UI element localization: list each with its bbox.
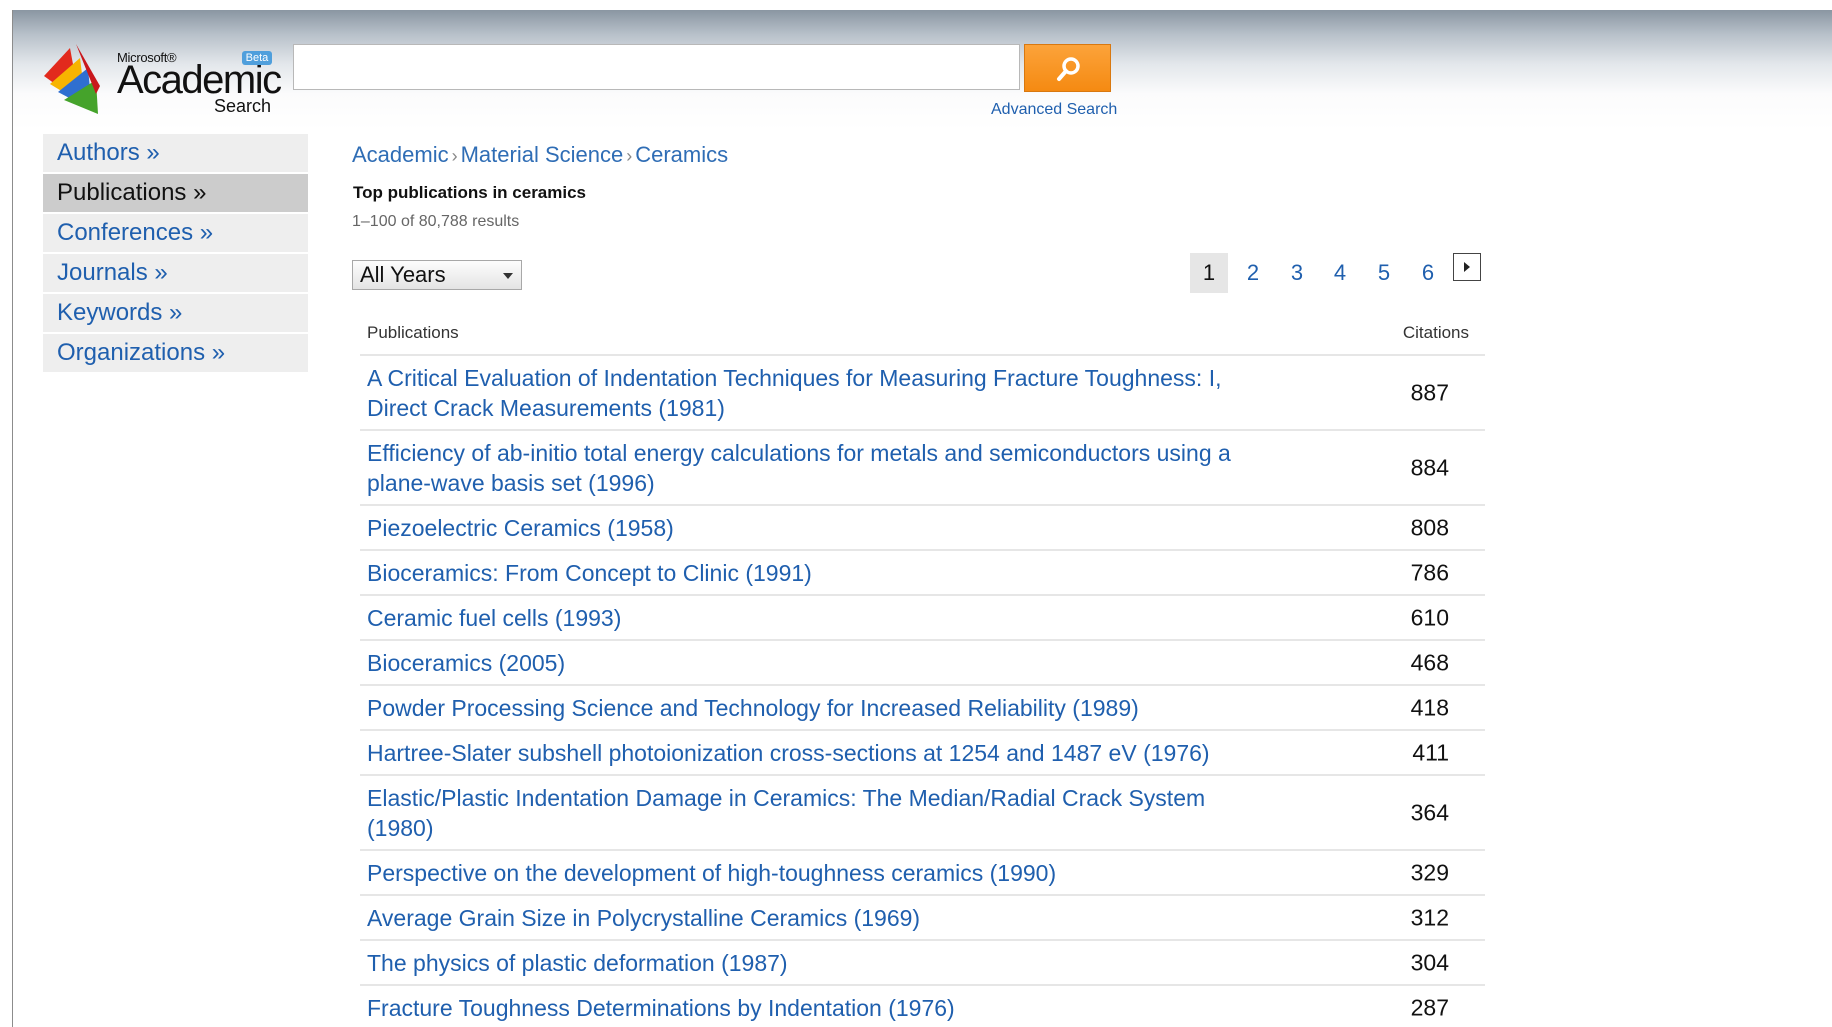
breadcrumb-material-science[interactable]: Material Science — [461, 142, 624, 167]
page-link-4[interactable]: 4 — [1321, 253, 1359, 293]
publication-title-link[interactable]: The physics of plastic deformation (1987… — [360, 948, 1267, 978]
citation-count: 786 — [1410, 559, 1449, 585]
publication-title-link[interactable]: Perspective on the development of high-t… — [360, 858, 1267, 888]
publication-title-link[interactable]: Fracture Toughness Determinations by Ind… — [360, 993, 1267, 1023]
window-left-edge — [0, 10, 13, 1027]
publication-title-link[interactable]: Ceramic fuel cells (1993) — [360, 603, 1267, 633]
citation-count: 287 — [1410, 994, 1449, 1020]
beta-badge: Beta — [242, 51, 272, 65]
column-header-publications: Publications — [367, 323, 459, 342]
chevron-down-icon — [503, 273, 513, 279]
citation-count: 304 — [1410, 949, 1449, 975]
year-filter-value: All Years — [360, 262, 446, 287]
page-link-3[interactable]: 3 — [1278, 253, 1316, 293]
publication-title-link[interactable]: Elastic/Plastic Indentation Damage in Ce… — [360, 783, 1267, 843]
sidebar-item-journals[interactable]: Journals » — [43, 254, 308, 292]
column-header-citations: Citations — [1402, 323, 1469, 342]
publication-title-link[interactable]: Efficiency of ab-initio total energy cal… — [360, 438, 1267, 498]
top-strip — [0, 0, 1832, 10]
publication-title-link[interactable]: Piezoelectric Ceramics (1958) — [360, 513, 1267, 543]
table-row: Elastic/Plastic Indentation Damage in Ce… — [360, 776, 1485, 851]
page-link-5[interactable]: 5 — [1365, 253, 1403, 293]
table-row: Bioceramics (2005) 468 — [360, 641, 1485, 686]
citation-count: 468 — [1410, 649, 1449, 675]
table-header: Publications Citations — [360, 318, 1485, 356]
citation-count: 418 — [1410, 694, 1449, 720]
citation-count: 884 — [1410, 454, 1449, 480]
citation-count: 610 — [1410, 604, 1449, 630]
table-row: Efficiency of ab-initio total energy cal… — [360, 431, 1485, 506]
page-title: Top publications in ceramics — [353, 183, 587, 202]
table-row: Perspective on the development of high-t… — [360, 851, 1485, 896]
table-row: Fracture Toughness Determinations by Ind… — [360, 986, 1485, 1027]
publications-table: Publications Citations A Critical Evalua… — [360, 318, 1485, 1027]
citation-count: 312 — [1410, 904, 1449, 930]
table-row: Bioceramics: From Concept to Clinic (199… — [360, 551, 1485, 596]
sidebar-nav: Authors » Publications » Conferences » J… — [43, 134, 308, 374]
table-row: Powder Processing Science and Technology… — [360, 686, 1485, 731]
citation-count: 808 — [1410, 514, 1449, 540]
breadcrumb-separator: › — [626, 146, 633, 166]
publication-title-link[interactable]: A Critical Evaluation of Indentation Tec… — [360, 363, 1267, 423]
sidebar-item-keywords[interactable]: Keywords » — [43, 294, 308, 332]
academic-search-logo[interactable]: Microsoft® Academic Search Beta — [40, 40, 282, 116]
table-row: A Critical Evaluation of Indentation Tec… — [360, 356, 1485, 431]
breadcrumb-separator: › — [451, 146, 458, 166]
table-row: Ceramic fuel cells (1993) 610 — [360, 596, 1485, 641]
citation-count: 887 — [1410, 379, 1449, 405]
page-link-2[interactable]: 2 — [1234, 253, 1272, 293]
logo-search-text: Search — [214, 96, 272, 116]
table-row: Piezoelectric Ceramics (1958) 808 — [360, 506, 1485, 551]
publication-title-link[interactable]: Bioceramics: From Concept to Clinic (199… — [360, 558, 1267, 588]
citation-count: 411 — [1412, 739, 1449, 765]
page-link-6[interactable]: 6 — [1409, 253, 1447, 293]
sidebar-item-conferences[interactable]: Conferences » — [43, 214, 308, 252]
search-icon — [1057, 57, 1080, 81]
page: Microsoft® Academic Search Beta Advanced… — [0, 0, 1832, 1027]
publication-title-link[interactable]: Hartree-Slater subshell photoionization … — [360, 738, 1267, 768]
sidebar-item-publications[interactable]: Publications » — [43, 174, 308, 212]
publication-title-link[interactable]: Average Grain Size in Polycrystalline Ce… — [360, 903, 1267, 933]
sidebar-item-organizations[interactable]: Organizations » — [43, 334, 308, 372]
table-row: Hartree-Slater subshell photoionization … — [360, 731, 1485, 776]
breadcrumb: Academic › Material Science › Ceramics — [352, 142, 728, 168]
page-link-1[interactable]: 1 — [1190, 253, 1228, 293]
breadcrumb-ceramics[interactable]: Ceramics — [635, 142, 728, 167]
publication-title-link[interactable]: Powder Processing Science and Technology… — [360, 693, 1267, 723]
search-input[interactable] — [293, 44, 1020, 90]
logo-book-icon — [44, 44, 100, 114]
search-button[interactable] — [1024, 44, 1111, 92]
next-page-button[interactable] — [1453, 253, 1481, 281]
next-arrow-icon — [1464, 262, 1470, 272]
advanced-search-link[interactable]: Advanced Search — [991, 101, 1117, 119]
publication-title-link[interactable]: Bioceramics (2005) — [360, 648, 1267, 678]
breadcrumb-academic[interactable]: Academic — [352, 142, 449, 167]
table-row: The physics of plastic deformation (1987… — [360, 941, 1485, 986]
table-row: Average Grain Size in Polycrystalline Ce… — [360, 896, 1485, 941]
citation-count: 329 — [1410, 859, 1449, 885]
year-filter-select[interactable]: All Years — [352, 260, 522, 290]
sidebar-item-authors[interactable]: Authors » — [43, 134, 308, 172]
result-count: 1–100 of 80,788 results — [352, 213, 520, 230]
citation-count: 364 — [1410, 799, 1449, 825]
